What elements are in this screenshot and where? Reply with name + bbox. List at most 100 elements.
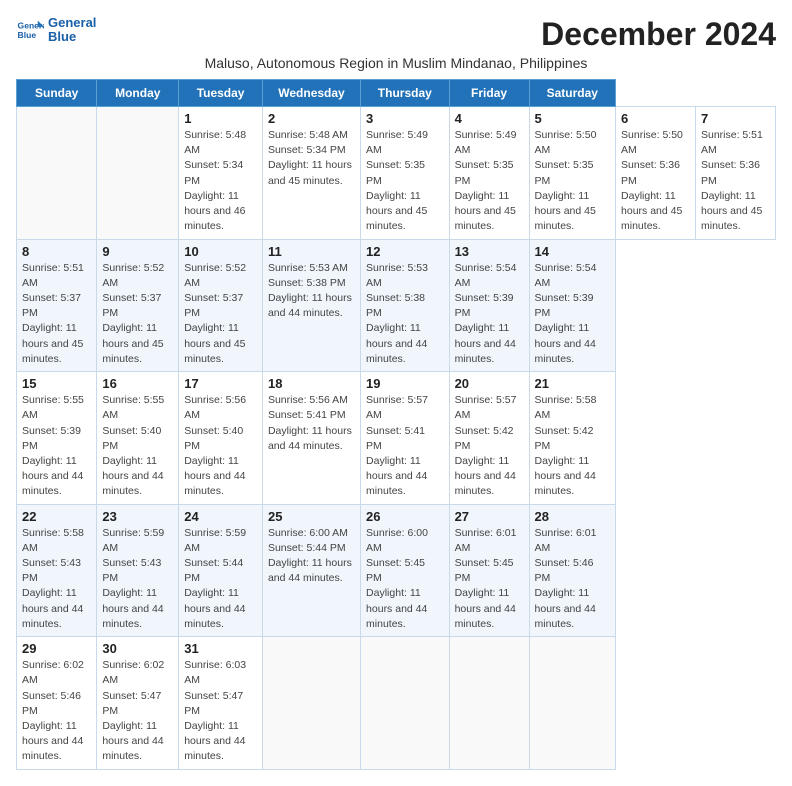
day-number: 2 bbox=[268, 111, 355, 126]
month-title: December 2024 bbox=[541, 16, 776, 53]
day-detail: Sunrise: 5:48 AMSunset: 5:34 PMDaylight:… bbox=[184, 129, 246, 232]
day-detail: Sunrise: 5:58 AMSunset: 5:43 PMDaylight:… bbox=[22, 527, 84, 630]
calendar-week-4: 29 Sunrise: 6:02 AMSunset: 5:46 PMDayligh… bbox=[17, 637, 776, 770]
calendar-cell: 30 Sunrise: 6:02 AMSunset: 5:47 PMDayligh… bbox=[97, 637, 179, 770]
calendar-cell: 27 Sunrise: 6:01 AMSunset: 5:45 PMDayligh… bbox=[449, 504, 529, 637]
calendar-cell: 6 Sunrise: 5:50 AMSunset: 5:36 PMDaylight… bbox=[616, 107, 696, 240]
day-detail: Sunrise: 5:51 AMSunset: 5:36 PMDaylight:… bbox=[701, 129, 763, 232]
calendar-cell: 7 Sunrise: 5:51 AMSunset: 5:36 PMDaylight… bbox=[695, 107, 775, 240]
calendar-cell: 1 Sunrise: 5:48 AMSunset: 5:34 PMDaylight… bbox=[179, 107, 263, 240]
calendar-cell: 2Sunrise: 5:48 AMSunset: 5:34 PMDaylight… bbox=[262, 107, 360, 240]
calendar-cell: 4Sunrise: 5:49 AMSunset: 5:35 PMDaylight… bbox=[449, 107, 529, 240]
day-number: 29 bbox=[22, 641, 91, 656]
day-detail: Sunrise: 5:50 AMSunset: 5:35 PMDaylight:… bbox=[535, 129, 597, 232]
day-detail: Sunrise: 5:49 AMSunset: 5:35 PMDaylight:… bbox=[366, 129, 428, 232]
calendar-cell: 8 Sunrise: 5:51 AMSunset: 5:37 PMDaylight… bbox=[17, 239, 97, 372]
calendar-cell: 28 Sunrise: 6:01 AMSunset: 5:46 PMDayligh… bbox=[529, 504, 615, 637]
day-detail: Sunrise: 5:59 AMSunset: 5:43 PMDaylight:… bbox=[102, 527, 164, 630]
calendar-cell: 29 Sunrise: 6:02 AMSunset: 5:46 PMDayligh… bbox=[17, 637, 97, 770]
logo-icon: General Blue bbox=[16, 16, 44, 44]
day-number: 16 bbox=[102, 376, 173, 391]
calendar-cell: 31 Sunrise: 6:03 AMSunset: 5:47 PMDayligh… bbox=[179, 637, 263, 770]
logo-line2: Blue bbox=[48, 30, 96, 44]
day-number: 27 bbox=[455, 509, 524, 524]
day-number: 28 bbox=[535, 509, 610, 524]
logo-line1: General bbox=[48, 16, 96, 30]
day-number: 17 bbox=[184, 376, 257, 391]
calendar-cell: 3 Sunrise: 5:49 AMSunset: 5:35 PMDaylight… bbox=[361, 107, 450, 240]
calendar-cell bbox=[529, 637, 615, 770]
calendar-table: SundayMondayTuesdayWednesdayThursdayFrid… bbox=[16, 79, 776, 770]
day-detail: Sunrise: 6:01 AMSunset: 5:45 PMDaylight:… bbox=[455, 527, 517, 630]
calendar-week-0: 1 Sunrise: 5:48 AMSunset: 5:34 PMDaylight… bbox=[17, 107, 776, 240]
day-number: 30 bbox=[102, 641, 173, 656]
day-detail: Sunrise: 5:53 AMSunset: 5:38 PMDaylight:… bbox=[268, 262, 352, 320]
day-number: 31 bbox=[184, 641, 257, 656]
day-number: 10 bbox=[184, 244, 257, 259]
day-number: 18 bbox=[268, 376, 355, 391]
calendar-cell: 19 Sunrise: 5:57 AMSunset: 5:41 PMDayligh… bbox=[361, 372, 450, 505]
day-number: 20 bbox=[455, 376, 524, 391]
day-number: 24 bbox=[184, 509, 257, 524]
calendar-cell bbox=[17, 107, 97, 240]
day-number: 23 bbox=[102, 509, 173, 524]
day-detail: Sunrise: 5:52 AMSunset: 5:37 PMDaylight:… bbox=[102, 262, 164, 365]
calendar-cell: 22 Sunrise: 5:58 AMSunset: 5:43 PMDayligh… bbox=[17, 504, 97, 637]
calendar-cell bbox=[449, 637, 529, 770]
day-detail: Sunrise: 6:02 AMSunset: 5:46 PMDaylight:… bbox=[22, 659, 84, 762]
day-number: 5 bbox=[535, 111, 610, 126]
header-cell-thursday: Thursday bbox=[361, 80, 450, 107]
day-detail: Sunrise: 5:51 AMSunset: 5:37 PMDaylight:… bbox=[22, 262, 84, 365]
day-number: 3 bbox=[366, 111, 444, 126]
day-number: 8 bbox=[22, 244, 91, 259]
day-number: 19 bbox=[366, 376, 444, 391]
day-detail: Sunrise: 5:56 AMSunset: 5:41 PMDaylight:… bbox=[268, 394, 352, 452]
day-number: 7 bbox=[701, 111, 770, 126]
day-number: 14 bbox=[535, 244, 610, 259]
calendar-week-2: 15Sunrise: 5:55 AMSunset: 5:39 PMDayligh… bbox=[17, 372, 776, 505]
calendar-week-3: 22 Sunrise: 5:58 AMSunset: 5:43 PMDayligh… bbox=[17, 504, 776, 637]
header-cell-sunday: Sunday bbox=[17, 80, 97, 107]
calendar-header: SundayMondayTuesdayWednesdayThursdayFrid… bbox=[17, 80, 776, 107]
calendar-week-1: 8 Sunrise: 5:51 AMSunset: 5:37 PMDaylight… bbox=[17, 239, 776, 372]
day-number: 22 bbox=[22, 509, 91, 524]
day-number: 12 bbox=[366, 244, 444, 259]
svg-text:Blue: Blue bbox=[18, 30, 37, 40]
calendar-cell: 16 Sunrise: 5:55 AMSunset: 5:40 PMDayligh… bbox=[97, 372, 179, 505]
day-detail: Sunrise: 5:50 AMSunset: 5:36 PMDaylight:… bbox=[621, 129, 683, 232]
calendar-cell: 25Sunrise: 6:00 AMSunset: 5:44 PMDayligh… bbox=[262, 504, 360, 637]
header-cell-friday: Friday bbox=[449, 80, 529, 107]
calendar-cell: 20Sunrise: 5:57 AMSunset: 5:42 PMDayligh… bbox=[449, 372, 529, 505]
day-detail: Sunrise: 5:59 AMSunset: 5:44 PMDaylight:… bbox=[184, 527, 246, 630]
calendar-cell: 5 Sunrise: 5:50 AMSunset: 5:35 PMDaylight… bbox=[529, 107, 615, 240]
day-number: 1 bbox=[184, 111, 257, 126]
day-number: 21 bbox=[535, 376, 610, 391]
day-number: 26 bbox=[366, 509, 444, 524]
calendar-cell: 14 Sunrise: 5:54 AMSunset: 5:39 PMDayligh… bbox=[529, 239, 615, 372]
header-cell-tuesday: Tuesday bbox=[179, 80, 263, 107]
day-number: 6 bbox=[621, 111, 690, 126]
day-number: 11 bbox=[268, 244, 355, 259]
day-detail: Sunrise: 5:55 AMSunset: 5:39 PMDaylight:… bbox=[22, 394, 84, 497]
calendar-cell bbox=[361, 637, 450, 770]
calendar-cell: 12 Sunrise: 5:53 AMSunset: 5:38 PMDayligh… bbox=[361, 239, 450, 372]
day-detail: Sunrise: 5:55 AMSunset: 5:40 PMDaylight:… bbox=[102, 394, 164, 497]
day-detail: Sunrise: 6:03 AMSunset: 5:47 PMDaylight:… bbox=[184, 659, 246, 762]
calendar-cell: 26 Sunrise: 6:00 AMSunset: 5:45 PMDayligh… bbox=[361, 504, 450, 637]
calendar-cell: 21Sunrise: 5:58 AMSunset: 5:42 PMDayligh… bbox=[529, 372, 615, 505]
day-detail: Sunrise: 5:54 AMSunset: 5:39 PMDaylight:… bbox=[535, 262, 597, 365]
day-detail: Sunrise: 6:00 AMSunset: 5:44 PMDaylight:… bbox=[268, 527, 352, 585]
calendar-cell: 18 Sunrise: 5:56 AMSunset: 5:41 PMDayligh… bbox=[262, 372, 360, 505]
calendar-body: 1 Sunrise: 5:48 AMSunset: 5:34 PMDaylight… bbox=[17, 107, 776, 770]
calendar-cell: 9Sunrise: 5:52 AMSunset: 5:37 PMDaylight… bbox=[97, 239, 179, 372]
page-wrapper: General Blue General Blue December 2024 … bbox=[16, 16, 776, 770]
calendar-cell: 17Sunrise: 5:56 AMSunset: 5:40 PMDayligh… bbox=[179, 372, 263, 505]
day-detail: Sunrise: 5:57 AMSunset: 5:41 PMDaylight:… bbox=[366, 394, 428, 497]
day-detail: Sunrise: 6:01 AMSunset: 5:46 PMDaylight:… bbox=[535, 527, 597, 630]
day-detail: Sunrise: 6:02 AMSunset: 5:47 PMDaylight:… bbox=[102, 659, 164, 762]
calendar-cell: 23 Sunrise: 5:59 AMSunset: 5:43 PMDayligh… bbox=[97, 504, 179, 637]
day-detail: Sunrise: 5:53 AMSunset: 5:38 PMDaylight:… bbox=[366, 262, 428, 365]
day-detail: Sunrise: 6:00 AMSunset: 5:45 PMDaylight:… bbox=[366, 527, 428, 630]
logo: General Blue General Blue bbox=[16, 16, 96, 45]
calendar-cell bbox=[262, 637, 360, 770]
